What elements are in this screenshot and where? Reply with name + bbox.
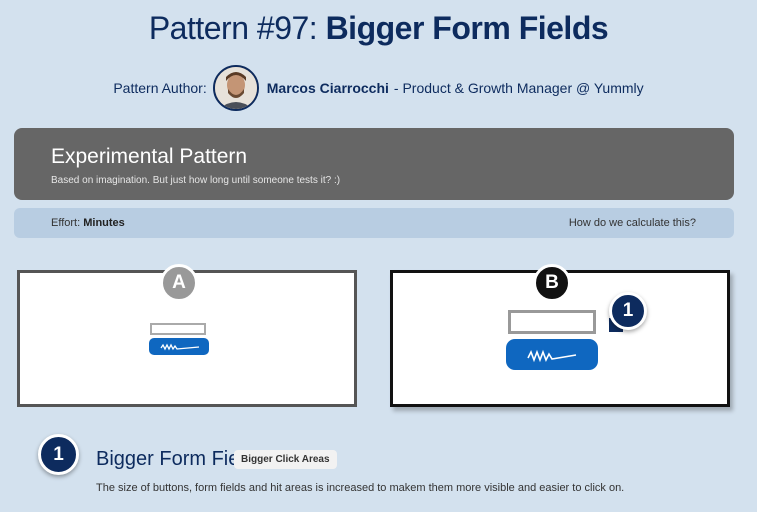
variant-b-badge: B [533, 264, 571, 302]
title-bold: Bigger Form Fields [325, 10, 609, 46]
variant-a-button [149, 338, 209, 355]
avatar [212, 65, 259, 111]
variant-a-badge: A [160, 264, 198, 302]
feature-description: The size of buttons, form fields and hit… [96, 482, 625, 494]
scribble-icon [160, 343, 200, 351]
variant-b-field [508, 310, 596, 334]
feature-tag[interactable]: Bigger Click Areas [234, 450, 337, 469]
effort-bar: Effort: Minutes How do we calculate this… [14, 208, 734, 238]
variant-b-button [506, 339, 598, 370]
change-number-badge: 1 [609, 292, 647, 330]
scribble-icon [527, 349, 577, 363]
effort-label: Effort: Minutes [51, 217, 125, 229]
page-title: Pattern #97: Bigger Form Fields [0, 10, 757, 47]
effort-value: Minutes [83, 217, 125, 229]
avatar-image [214, 67, 257, 109]
author-name[interactable]: Marcos Ciarrocchi [267, 80, 389, 96]
title-prefix: Pattern #97: [148, 10, 318, 46]
effort-calc-link[interactable]: How do we calculate this? [569, 217, 696, 229]
author-row: Pattern Author: Marcos Ciarrocchi - Prod… [0, 62, 757, 114]
banner-subtext: Based on imagination. But just how long … [51, 175, 341, 186]
author-role: - Product & Growth Manager @ Yummly [393, 80, 644, 96]
author-label: Pattern Author: [113, 80, 207, 96]
effort-label-text: Effort: [51, 217, 81, 229]
feature-number-badge: 1 [38, 434, 79, 475]
variant-a-field [150, 323, 206, 335]
experimental-banner: Experimental Pattern Based on imaginatio… [14, 128, 734, 200]
banner-heading: Experimental Pattern [51, 145, 248, 168]
